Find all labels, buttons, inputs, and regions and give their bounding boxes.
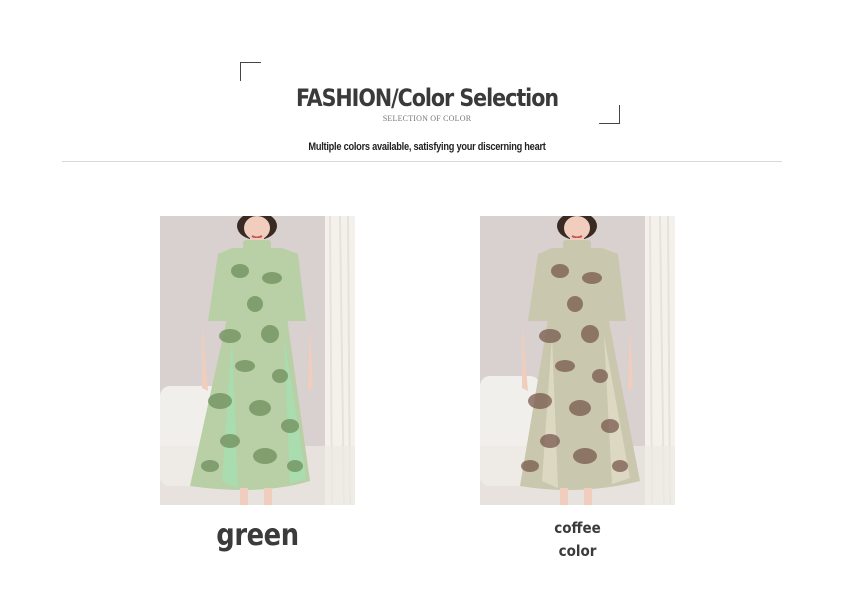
page-tagline: Multiple colors available, satisfying yo… — [308, 141, 546, 153]
color-label-coffee-line2: color — [558, 542, 597, 560]
color-label-green: green — [216, 518, 299, 553]
header-divider — [62, 161, 782, 162]
dress-photo-coffee — [480, 216, 675, 505]
color-label-coffee: coffee color — [490, 517, 666, 563]
page-subtitle: SELECTION OF COLOR — [382, 114, 472, 123]
color-label-coffee-line1: coffee — [554, 519, 601, 537]
product-image-coffee[interactable] — [480, 216, 675, 505]
product-image-green[interactable] — [160, 216, 355, 505]
dress-photo-green — [160, 216, 355, 505]
corner-bracket-top-left — [240, 62, 261, 81]
page-title: FASHION/Color Selection — [295, 84, 559, 112]
